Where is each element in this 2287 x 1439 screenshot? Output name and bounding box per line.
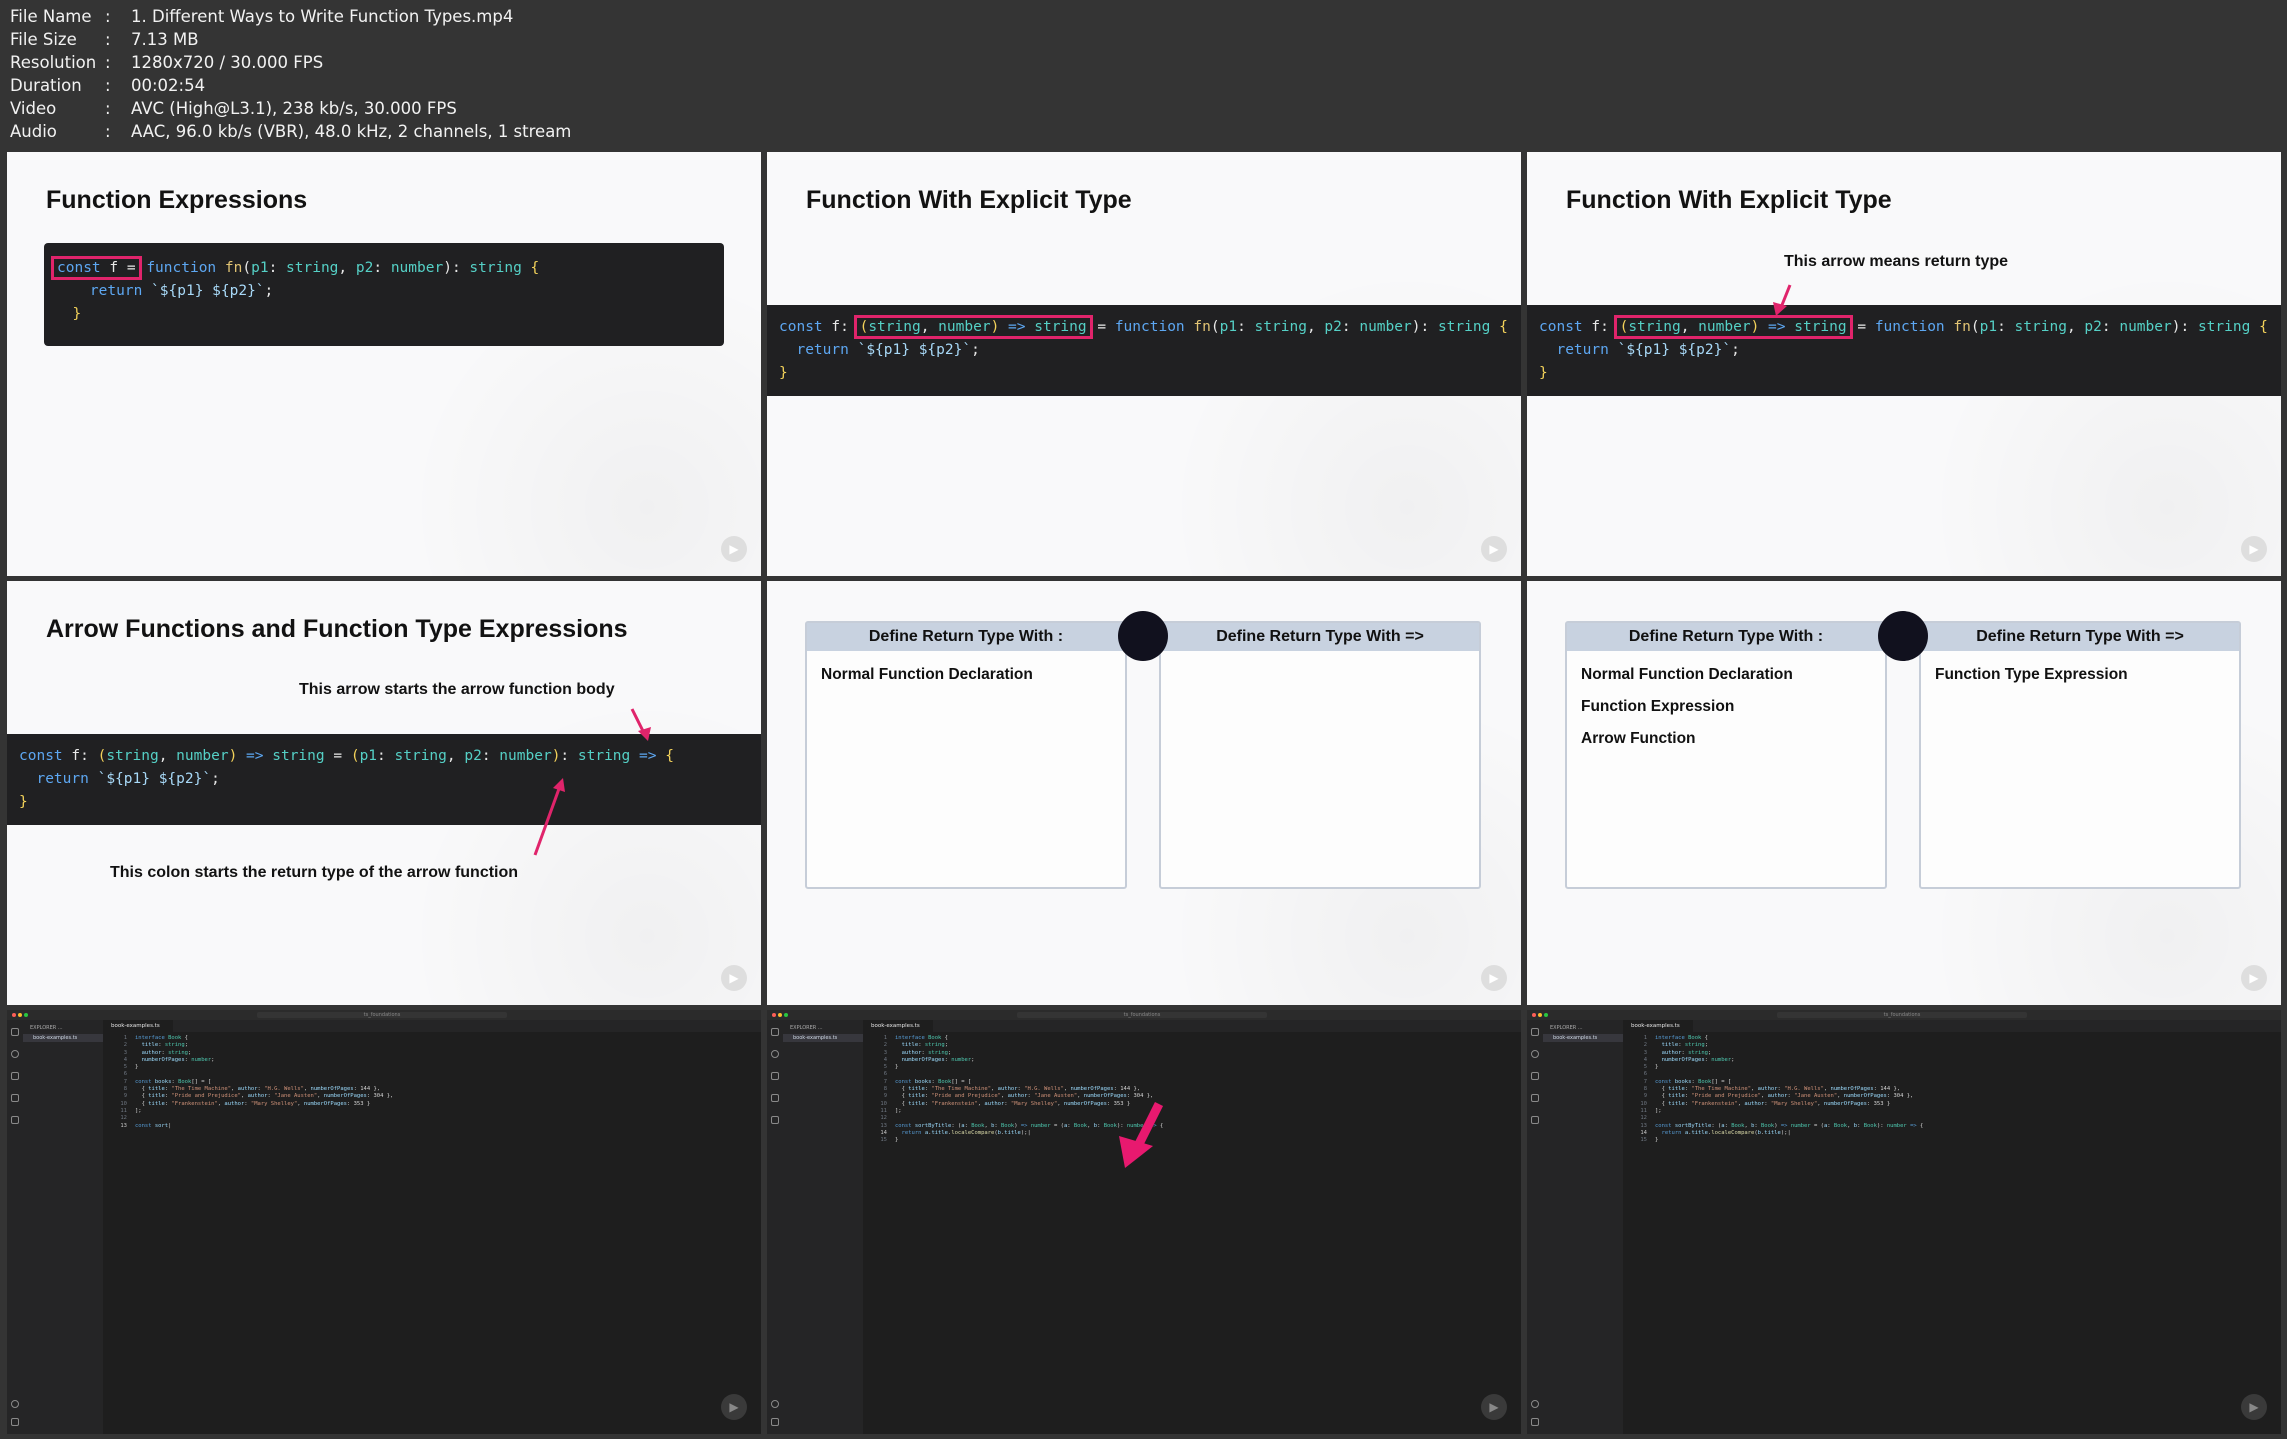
thumbnail-function-explicit-type-annotated[interactable]: Function With Explicit Type This arrow m…	[1527, 152, 2281, 576]
file-info-panel: File Name:1. Different Ways to Write Fun…	[10, 5, 571, 143]
pink-arrow-icon	[533, 708, 651, 856]
search-input[interactable]: ts_foundations	[1777, 1012, 2027, 1018]
box-item: Normal Function Declaration	[1581, 666, 1793, 683]
thumbnail-editor-3[interactable]: ts_foundations EXPLORER ... book-example…	[1527, 1010, 2281, 1434]
search-icon[interactable]	[11, 1050, 19, 1058]
slide-title: Function With Explicit Type	[806, 186, 1132, 214]
play-badge-icon: ▶	[2241, 965, 2267, 991]
code-editor[interactable]: 1 interface Book { 2 title: string; 3 aut…	[107, 1035, 393, 1130]
play-badge-icon: ▶	[1481, 536, 1507, 562]
file-info-row: Resolution:1280x720 / 30.000 FPS	[10, 53, 324, 72]
explorer-file-item[interactable]: book-examples.ts	[1543, 1034, 1623, 1042]
debug-icon[interactable]	[11, 1094, 19, 1102]
box-header: Define Return Type With :	[807, 623, 1125, 651]
search-icon[interactable]	[1531, 1050, 1539, 1058]
minimize-window-icon[interactable]	[18, 1013, 22, 1017]
file-info-row: Duration:00:02:54	[10, 76, 206, 95]
minimize-window-icon[interactable]	[1538, 1013, 1542, 1017]
return-arrow-box: Define Return Type With =>	[1159, 621, 1481, 889]
title-bar: ts_foundations	[7, 1010, 761, 1020]
extensions-icon[interactable]	[11, 1116, 19, 1124]
pink-arrow-icon	[1119, 1101, 1164, 1168]
title-bar: ts_foundations	[1527, 1010, 2281, 1020]
play-badge-icon: ▶	[1481, 965, 1507, 991]
close-window-icon[interactable]	[12, 1013, 16, 1017]
maximize-window-icon[interactable]	[1544, 1013, 1548, 1017]
thumbnail-editor-2[interactable]: ts_foundations EXPLORER ... book-example…	[767, 1010, 1521, 1434]
explorer-file-item[interactable]: book-examples.ts	[23, 1034, 103, 1042]
thumbnail-return-type-compare-1[interactable]: Define Return Type With : Normal Functio…	[767, 581, 1521, 1005]
source-control-icon[interactable]	[1531, 1072, 1539, 1080]
explorer-title: EXPLORER ...	[1550, 1025, 1583, 1031]
box-item: Normal Function Declaration	[821, 666, 1033, 683]
thumbnail-function-expressions[interactable]: Function Expressions const f = function …	[7, 152, 761, 576]
settings-gear-icon[interactable]	[11, 1418, 19, 1426]
divider-dot	[1118, 611, 1168, 661]
box-item: Arrow Function	[1581, 730, 1696, 747]
play-badge-icon: ▶	[721, 1394, 747, 1420]
thumbnail-return-type-compare-2[interactable]: Define Return Type With : Normal Functio…	[1527, 581, 2281, 1005]
activity-bar	[1527, 1020, 1543, 1434]
editor-tabs: book-examples.ts	[103, 1020, 761, 1032]
code-editor[interactable]: 1 interface Book { 2 title: string; 3 aut…	[1627, 1035, 1923, 1144]
return-arrow-box: Define Return Type With => Function Type…	[1919, 621, 2241, 889]
play-badge-icon: ▶	[2241, 1394, 2267, 1420]
play-badge-icon: ▶	[721, 536, 747, 562]
code-block: const f = function fn(p1: string, p2: nu…	[44, 243, 724, 346]
return-colon-box: Define Return Type With : Normal Functio…	[805, 621, 1127, 889]
box-header: Define Return Type With :	[1567, 623, 1885, 651]
box-header: Define Return Type With =>	[1161, 623, 1479, 651]
activity-bar	[7, 1020, 23, 1434]
close-window-icon[interactable]	[1532, 1013, 1536, 1017]
file-info-row: Audio: AAC, 96.0 kb/s (VBR), 48.0 kHz, 2 …	[10, 122, 572, 141]
explorer-sidebar: EXPLORER ... book-examples.ts	[23, 1020, 103, 1434]
explorer-title: EXPLORER ...	[30, 1025, 63, 1031]
thumbnail-editor-1[interactable]: ts_foundations EXPLORER ... book-example…	[7, 1010, 761, 1434]
search-input[interactable]: ts_foundations	[257, 1012, 507, 1018]
tab-book-examples[interactable]: book-examples.ts	[1623, 1020, 1693, 1032]
slide-title: Function Expressions	[46, 186, 308, 214]
file-info-row: File Name:1. Different Ways to Write Fun…	[10, 7, 514, 26]
divider-dot	[1878, 611, 1928, 661]
settings-gear-icon[interactable]	[1531, 1418, 1539, 1426]
explorer-sidebar: EXPLORER ... book-examples.ts	[1543, 1020, 1623, 1434]
account-icon[interactable]	[1531, 1400, 1539, 1408]
account-icon[interactable]	[11, 1400, 19, 1408]
file-info-row: Video: AVC (High@L3.1), 238 kb/s, 30.000 …	[10, 99, 457, 118]
source-control-icon[interactable]	[11, 1072, 19, 1080]
box-header: Define Return Type With =>	[1921, 623, 2239, 651]
box-item: Function Type Expression	[1935, 666, 2128, 683]
debug-icon[interactable]	[1531, 1094, 1539, 1102]
extensions-icon[interactable]	[1531, 1116, 1539, 1124]
tab-book-examples[interactable]: book-examples.ts	[103, 1020, 173, 1032]
box-item: Function Expression	[1581, 698, 1735, 715]
maximize-window-icon[interactable]	[24, 1013, 28, 1017]
thumbnail-function-explicit-type[interactable]: Function With Explicit Type const f: (st…	[767, 152, 1521, 576]
files-icon[interactable]	[1531, 1028, 1539, 1036]
code-block: const f: (string, number) => string = fu…	[767, 305, 1521, 396]
editor-tabs: book-examples.ts	[1623, 1020, 2281, 1032]
files-icon[interactable]	[11, 1028, 19, 1036]
file-info-row: File Size:7.13 MB	[10, 30, 199, 49]
pink-arrow-icon	[1773, 284, 1792, 316]
thumbnail-arrow-functions[interactable]: Arrow Functions and Function Type Expres…	[7, 581, 761, 1005]
return-colon-box: Define Return Type With : Normal Functio…	[1565, 621, 1887, 889]
